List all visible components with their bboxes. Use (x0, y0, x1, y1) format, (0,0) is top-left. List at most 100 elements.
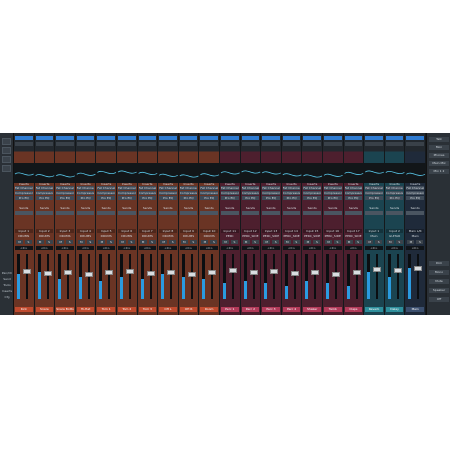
insert-slot[interactable]: Compressor (406, 191, 424, 195)
fader-cap[interactable] (311, 270, 320, 275)
fader-cap[interactable] (167, 270, 176, 275)
fader-cap[interactable] (270, 269, 279, 275)
send-slot[interactable] (385, 211, 404, 215)
insert-slot[interactable]: Pro EQ (179, 196, 198, 200)
insert-slot[interactable]: Pro EQ (56, 196, 74, 200)
polarity-button[interactable] (303, 142, 321, 146)
insert-slot[interactable]: Pro EQ (406, 196, 424, 200)
fader-track[interactable] (376, 254, 379, 299)
fader-cap[interactable] (393, 268, 402, 274)
insert-slot[interactable]: Fat Channel (303, 186, 321, 190)
mute-button[interactable]: M (36, 240, 44, 244)
insert-slot[interactable]: Compressor (303, 191, 321, 195)
mute-button[interactable]: M (242, 240, 250, 244)
solo-button[interactable]: S (231, 240, 238, 244)
mute-button[interactable]: M (283, 240, 291, 244)
channel-name-label[interactable]: Snare Bottom (56, 307, 74, 312)
channel-name-label[interactable]: Kick (15, 307, 33, 312)
pan-control[interactable]: <C> (76, 246, 95, 250)
fader-cap[interactable] (64, 270, 73, 275)
fader-cap[interactable] (187, 272, 196, 278)
channel-name-label[interactable]: Reverb (365, 307, 383, 312)
solo-button[interactable]: S (375, 240, 383, 244)
mute-button[interactable]: M (139, 240, 147, 244)
fader-track[interactable] (170, 254, 173, 299)
monitor-control-4[interactable]: Mix 1 2 (429, 169, 449, 174)
fader-cap[interactable] (249, 270, 258, 275)
fader-track[interactable] (211, 254, 214, 299)
input-select-button[interactable] (365, 136, 383, 140)
insert-slot[interactable]: Fat Channel (262, 186, 280, 190)
insert-slot[interactable]: Fat Channel (406, 186, 424, 190)
pan-control[interactable]: <C> (118, 246, 136, 250)
send-slot[interactable] (35, 211, 54, 215)
send-slot[interactable] (15, 211, 33, 215)
send-slot[interactable] (324, 211, 342, 215)
insert-slot[interactable]: Compressor (324, 191, 342, 195)
polarity-button[interactable] (200, 142, 218, 146)
channel-name-label[interactable]: Room (200, 307, 218, 312)
pan-control[interactable]: <C> (159, 246, 177, 250)
insert-slot[interactable]: Pro EQ (282, 196, 301, 200)
solo-button[interactable]: S (251, 240, 259, 244)
send-slot[interactable] (282, 211, 301, 215)
input-select-button[interactable] (406, 136, 424, 140)
fader-track[interactable] (26, 254, 28, 299)
fader-cap[interactable] (229, 267, 237, 273)
fader-track[interactable] (293, 254, 296, 299)
pan-control[interactable]: <C> (262, 246, 280, 250)
solo-button[interactable]: S (313, 240, 321, 244)
insert-slot[interactable]: Fat Channel (76, 186, 95, 190)
pan-control[interactable]: <C> (97, 246, 115, 250)
insert-slot[interactable]: Compressor (221, 191, 239, 195)
input-select-button[interactable] (385, 136, 404, 140)
channel-name-label[interactable]: Perc 1 (221, 307, 239, 312)
input-select-button[interactable] (159, 136, 177, 140)
insert-slot[interactable]: Pro EQ (262, 196, 280, 200)
insert-slot[interactable]: Fat Channel (35, 186, 54, 190)
input-select-button[interactable] (262, 136, 280, 140)
insert-slot[interactable]: Pro EQ (200, 196, 218, 200)
polarity-button[interactable] (406, 142, 424, 146)
fader-cap[interactable] (208, 270, 217, 275)
polarity-button[interactable] (56, 142, 74, 146)
fader-cap[interactable] (84, 272, 93, 278)
monitor-control-5[interactable]: Dim (429, 261, 449, 266)
input-select-button[interactable] (344, 136, 363, 140)
insert-slot[interactable]: Pro EQ (221, 196, 239, 200)
input-select-button[interactable] (56, 136, 74, 140)
insert-slot[interactable]: Fat Channel (118, 186, 136, 190)
pan-control[interactable]: <C> (56, 246, 74, 250)
insert-slot[interactable]: Pro EQ (138, 196, 157, 200)
polarity-button[interactable] (76, 142, 95, 146)
fader-track[interactable] (46, 254, 49, 299)
insert-slot[interactable]: Compressor (282, 191, 301, 195)
insert-slot[interactable]: Compressor (118, 191, 136, 195)
panel-toggle-button[interactable] (2, 138, 11, 145)
polarity-button[interactable] (282, 142, 301, 146)
fader-cap[interactable] (352, 270, 361, 275)
send-slot[interactable] (365, 211, 383, 215)
solo-button[interactable]: S (25, 240, 32, 244)
fader-track[interactable] (355, 254, 358, 299)
channel-name-label[interactable]: Perc 2 (241, 307, 260, 312)
channel-name-label[interactable]: OH L (159, 307, 177, 312)
insert-slot[interactable]: Pro EQ (344, 196, 363, 200)
solo-button[interactable]: S (354, 240, 362, 244)
polarity-button[interactable] (262, 142, 280, 146)
mute-button[interactable]: M (263, 240, 271, 244)
panel-toggle-button[interactable] (2, 147, 11, 154)
solo-button[interactable]: S (148, 240, 156, 244)
insert-slot[interactable]: Pro EQ (35, 196, 54, 200)
send-slot[interactable] (200, 211, 218, 215)
mute-button[interactable]: M (201, 240, 209, 244)
polarity-button[interactable] (35, 142, 54, 146)
send-slot[interactable] (56, 211, 74, 215)
polarity-button[interactable] (159, 142, 177, 146)
input-select-button[interactable] (118, 136, 136, 140)
insert-slot[interactable]: Compressor (56, 191, 74, 195)
insert-slot[interactable]: Fat Channel (200, 186, 218, 190)
pan-control[interactable]: <C> (35, 246, 54, 250)
channel-name-label[interactable]: Main (406, 307, 424, 312)
polarity-button[interactable] (385, 142, 404, 146)
